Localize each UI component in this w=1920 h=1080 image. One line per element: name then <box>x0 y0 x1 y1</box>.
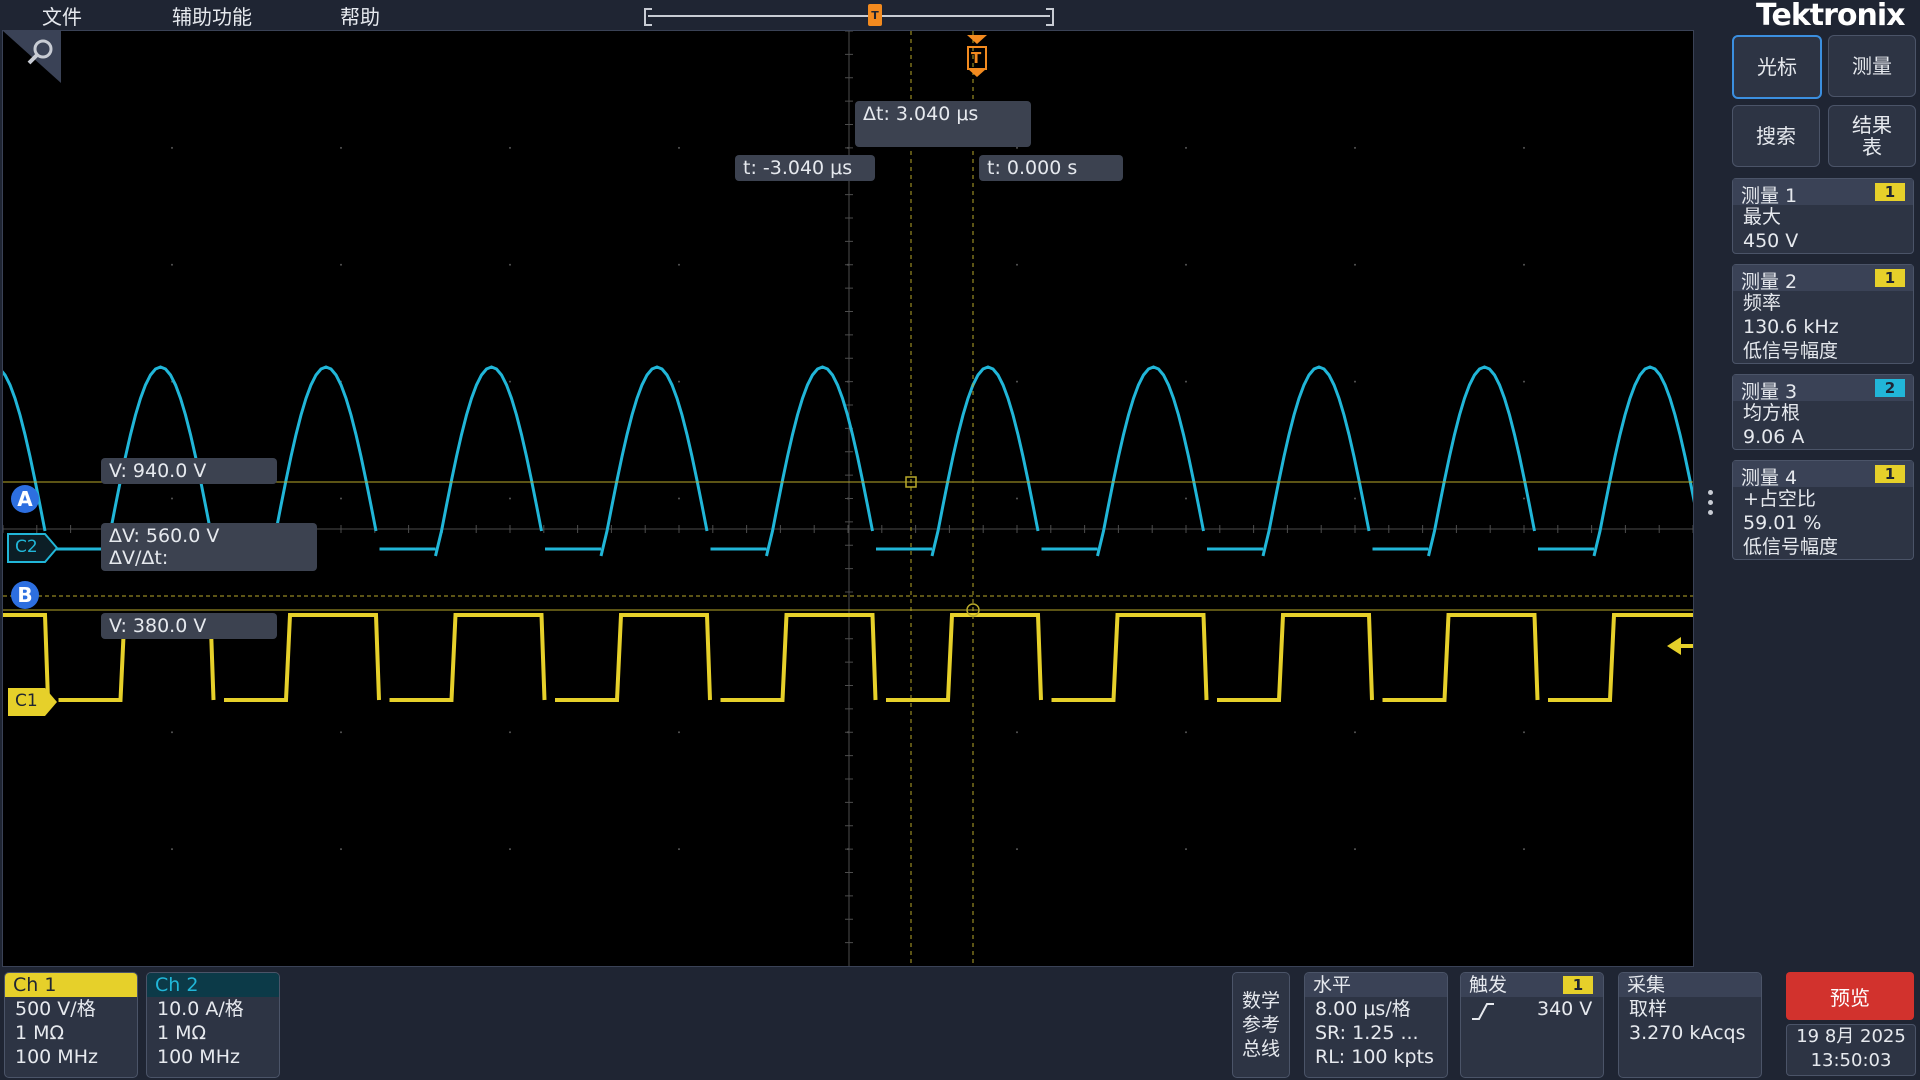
measurement-2-title: 测量 2 <box>1741 271 1798 293</box>
measurement-2-warning: 低信号幅度 <box>1743 340 1839 362</box>
waveform-display[interactable]: T Δt: 3.040 μs t: -3.040 μs t: 0.000 s V… <box>2 30 1694 967</box>
measurement-1-value: 450 V <box>1743 230 1799 252</box>
tektronix-logo: Tektronix <box>1756 0 1906 33</box>
results-button-line2: 表 <box>1862 135 1882 159</box>
preview-label: 预览 <box>1830 985 1870 1010</box>
measurement-3-source: 2 <box>1875 379 1905 397</box>
horizontal-record-length: RL: 100 kpts <box>1315 1046 1434 1068</box>
ch1-scale: 500 V/格 <box>15 998 96 1020</box>
measurement-3-value: 9.06 A <box>1743 426 1805 448</box>
measurement-1-badge[interactable]: 测量 1 1 最大 450 V <box>1732 178 1914 254</box>
measure-button-label: 测量 <box>1852 54 1892 78</box>
date-time: 19 8月 2025 13:50:03 <box>1786 1024 1916 1076</box>
measurement-4-value: 59.01 % <box>1743 512 1822 534</box>
menu-bar: 文件 辅助功能 帮助 T Tektronix <box>0 0 1920 33</box>
ch2-impedance: 1 MΩ <box>157 1022 207 1044</box>
measurement-3-title: 测量 3 <box>1741 381 1798 403</box>
preview-button[interactable]: 预览 <box>1786 972 1914 1020</box>
measurement-2-badge[interactable]: 测量 2 1 频率 130.6 kHz 低信号幅度 <box>1732 264 1914 364</box>
trigger-position-label: T <box>971 49 982 67</box>
timeline-bar <box>648 15 1050 17</box>
cursor-b-label[interactable]: B <box>11 581 39 609</box>
measurement-4-title: 测量 4 <box>1741 467 1798 489</box>
menu-help[interactable]: 帮助 <box>340 1 380 30</box>
measurement-4-type: +占空比 <box>1743 488 1816 510</box>
ch1-marker-label: C1 <box>15 691 38 711</box>
measurement-4-warning: 低信号幅度 <box>1743 536 1839 558</box>
trigger-level-row: 340 V <box>1461 997 1603 1023</box>
menu-file[interactable]: 文件 <box>42 1 82 30</box>
measurement-2-source: 1 <box>1875 269 1905 287</box>
panel-handle-icon[interactable] <box>1708 490 1714 520</box>
results-button-line1: 结果 <box>1852 113 1892 137</box>
acquire-mode: 取样 <box>1629 998 1668 1020</box>
right-panel: 光标 测量 搜索 结果 表 测量 1 1 最大 450 V 测量 2 1 频率 13… <box>1728 30 1920 965</box>
cursor-button[interactable]: 光标 <box>1732 35 1822 99</box>
cursor-a-label[interactable]: A <box>11 485 39 513</box>
timeline-trigger-marker[interactable]: T <box>868 4 882 26</box>
trigger-badge[interactable]: 触发 1 340 V <box>1460 972 1604 1078</box>
measure-button[interactable]: 测量 <box>1828 35 1916 97</box>
timeline-right-bracket <box>1046 8 1054 26</box>
acquire-title: 采集 <box>1619 973 1761 997</box>
horizontal-badge[interactable]: 水平 8.00 μs/格 SR: 1.25 ... RL: 100 kpts <box>1304 972 1448 1078</box>
cursor-a-voltage-readout: V: 940.0 V <box>101 458 277 484</box>
delta-v-dt-value: ΔV/Δt: <box>109 547 169 569</box>
ch1-impedance: 1 MΩ <box>15 1022 65 1044</box>
ch2-scale: 10.0 A/格 <box>157 998 244 1020</box>
measurement-1-source: 1 <box>1875 183 1905 201</box>
delta-t-readout: Δt: 3.040 μs <box>855 101 1031 147</box>
ch1-title: Ch 1 <box>5 973 137 997</box>
ch2-badge[interactable]: Ch 2 10.0 A/格 1 MΩ 100 MHz <box>146 972 280 1078</box>
trigger-title: 触发 <box>1469 974 1508 996</box>
trigger-level: 340 V <box>1537 998 1593 1020</box>
measurement-2-type: 频率 <box>1743 292 1782 314</box>
cursor-button-label: 光标 <box>1757 55 1797 79</box>
ch2-bandwidth: 100 MHz <box>157 1046 240 1068</box>
bus-label: 总线 <box>1241 1038 1280 1060</box>
record-timeline[interactable]: T <box>644 4 1054 26</box>
measurement-4-badge[interactable]: 测量 4 1 +占空比 59.01 % 低信号幅度 <box>1732 460 1914 560</box>
rising-edge-icon <box>1472 1003 1494 1020</box>
ch1-badge[interactable]: Ch 1 500 V/格 1 MΩ 100 MHz <box>4 972 138 1078</box>
search-button-label: 搜索 <box>1756 124 1796 148</box>
search-button[interactable]: 搜索 <box>1732 105 1820 167</box>
date: 19 8月 2025 <box>1796 1026 1906 1047</box>
trigger-source: 1 <box>1563 976 1593 994</box>
ch2-marker-label: C2 <box>15 537 38 557</box>
measurement-1-title: 测量 1 <box>1741 185 1798 207</box>
horizontal-sample-rate: SR: 1.25 ... <box>1315 1022 1419 1044</box>
trigger-header: 触发 1 <box>1461 973 1603 997</box>
cursor-b-time-readout: t: 0.000 s <box>979 155 1123 181</box>
ch2-title: Ch 2 <box>147 973 279 997</box>
trigger-level-icon[interactable] <box>1667 635 1693 657</box>
menu-utilities[interactable]: 辅助功能 <box>172 1 252 30</box>
ref-label: 参考 <box>1241 1014 1280 1036</box>
acquire-badge[interactable]: 采集 取样 3.270 kAcqs <box>1618 972 1762 1078</box>
horizontal-title: 水平 <box>1305 973 1447 997</box>
ch1-bandwidth: 100 MHz <box>15 1046 98 1068</box>
cursor-a-time-readout: t: -3.040 μs <box>735 155 875 181</box>
math-ref-bus-button[interactable]: 数学 参考 总线 <box>1232 972 1290 1078</box>
measurement-2-value: 130.6 kHz <box>1743 316 1839 338</box>
measurement-3-type: 均方根 <box>1743 402 1801 424</box>
delta-v-readout: ΔV: 560.0 V ΔV/Δt: <box>101 523 317 571</box>
measurement-3-badge[interactable]: 测量 3 2 均方根 9.06 A <box>1732 374 1914 450</box>
zoom-icon[interactable] <box>3 31 61 83</box>
measurement-4-source: 1 <box>1875 465 1905 483</box>
math-label: 数学 <box>1241 990 1280 1012</box>
results-table-button[interactable]: 结果 表 <box>1828 105 1916 167</box>
acquire-count: 3.270 kAcqs <box>1629 1022 1746 1044</box>
measurement-1-type: 最大 <box>1743 206 1782 228</box>
time: 13:50:03 <box>1810 1050 1892 1071</box>
cursor-b-voltage-readout: V: 380.0 V <box>101 613 277 639</box>
horizontal-scale: 8.00 μs/格 <box>1315 998 1411 1020</box>
delta-v-value: ΔV: 560.0 V <box>109 525 220 547</box>
timeline-left-bracket <box>644 8 652 26</box>
